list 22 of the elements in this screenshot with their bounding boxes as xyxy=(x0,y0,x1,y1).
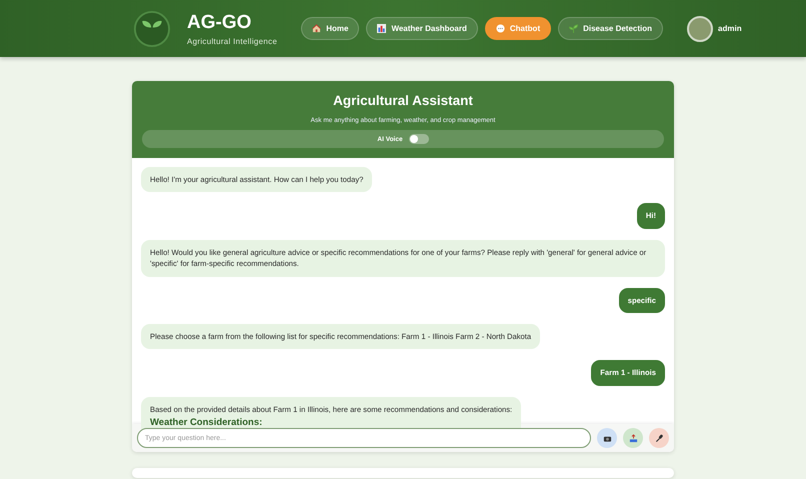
seedling-icon xyxy=(569,24,578,33)
nav-tab[interactable]: Home xyxy=(301,17,360,40)
voice-toggle[interactable] xyxy=(408,134,429,144)
upload-tray-icon xyxy=(628,434,638,442)
speech-bubble-icon xyxy=(496,24,505,33)
brand-subtitle: Agricultural Intelligence xyxy=(187,36,278,46)
microphone-icon xyxy=(654,434,664,442)
camera-icon xyxy=(602,434,612,442)
microphone-button[interactable] xyxy=(649,428,669,448)
brand-title: AG-GO xyxy=(187,12,252,34)
bar-chart-icon xyxy=(377,24,386,33)
chat-title: Agricultural Assistant xyxy=(333,93,473,108)
nav-tab[interactable]: Weather Dashboard xyxy=(366,17,478,40)
user-avatar[interactable] xyxy=(687,16,714,42)
nav-tab[interactable]: Chatbot xyxy=(484,17,552,40)
message-heading: Weather Considerations: xyxy=(150,416,264,430)
camera-button[interactable] xyxy=(597,428,617,448)
nav-tab[interactable]: Disease Detection xyxy=(558,17,664,40)
upload-tray-button[interactable] xyxy=(623,428,643,448)
house-icon xyxy=(312,24,322,33)
user-name[interactable]: admin xyxy=(718,24,742,33)
sprout-logo-icon xyxy=(133,10,171,48)
